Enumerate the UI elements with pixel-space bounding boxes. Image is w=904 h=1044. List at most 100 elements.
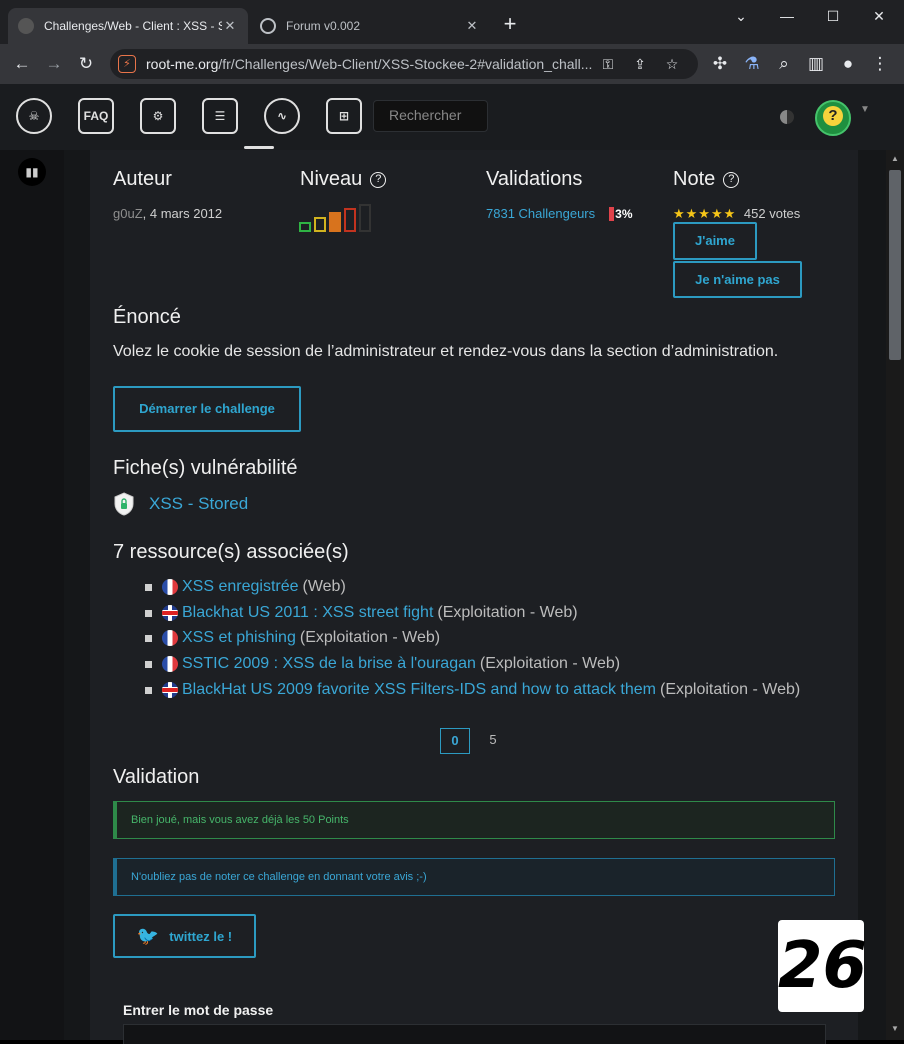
scroll-down-icon[interactable]: ▼: [890, 1024, 900, 1033]
back-arrow-icon[interactable]: ←: [8, 50, 36, 78]
scrollbar-thumb[interactable]: [889, 170, 901, 360]
tab-title: Forum v0.002: [286, 19, 361, 33]
bullet-icon: [145, 686, 152, 694]
author-date: 4 mars 2012: [149, 206, 223, 221]
overlay-number-badge: 26: [778, 920, 867, 1012]
uk-flag-icon: [162, 682, 178, 698]
start-challenge-button[interactable]: Démarrer le challenge: [113, 386, 301, 432]
bullet-icon: [145, 634, 152, 642]
faq-icon[interactable]: FAQ: [78, 98, 114, 134]
resource-category: (Exploitation - Web): [437, 604, 578, 621]
profile-icon[interactable]: ●: [834, 50, 862, 78]
password-label: Entrer le mot de passe: [123, 1002, 274, 1018]
rating-stars: ★★★★★: [673, 206, 737, 221]
rootme-favicon-icon: [18, 18, 34, 34]
validation-heading: Validation: [113, 766, 200, 788]
vuln-heading: Fiche(s) vulnérabilité: [113, 457, 298, 479]
french-flag-icon: [162, 579, 178, 595]
activity-icon[interactable]: ∿: [264, 98, 300, 134]
url-text: root-me.org/fr/Challenges/Web-Client/XSS…: [146, 56, 592, 72]
resource-link[interactable]: XSS enregistrée: [182, 578, 299, 596]
validations-percent: 3%: [609, 207, 632, 221]
uk-flag-icon: [162, 605, 178, 621]
validations-info: 7831 Challengeurs 3%: [486, 206, 632, 221]
tab-challenge[interactable]: Challenges/Web - Client : XSS - S ✕: [8, 8, 248, 44]
votes-count: 452 votes: [743, 206, 801, 221]
resource-link[interactable]: XSS et phishing: [182, 629, 296, 647]
resource-category: (Web): [302, 578, 346, 595]
side-panel-icon[interactable]: ▥: [802, 50, 830, 78]
list-item: Blackhat US 2011 : XSS street fight (Exp…: [145, 604, 578, 622]
tweet-button[interactable]: 🐦 twittez le !: [113, 914, 256, 958]
help-icon[interactable]: ?: [723, 171, 740, 188]
forward-arrow-icon[interactable]: →: [40, 50, 68, 78]
minimize-button[interactable]: —: [764, 0, 810, 32]
close-window-button[interactable]: ✕: [856, 0, 902, 32]
documents-icon[interactable]: ☰: [202, 98, 238, 134]
page-0[interactable]: 0: [440, 728, 470, 754]
shop-cart-icon[interactable]: ⊞: [326, 98, 362, 134]
address-bar[interactable]: ⚡ root-me.org/fr/Challenges/Web-Client/X…: [110, 49, 698, 79]
resource-link[interactable]: SSTIC 2009 : XSS de la brise à l'ouragan: [182, 655, 476, 673]
site-header: ☠ FAQ ⚙ ☰ ∿ ⊞ Rechercher ? ▼: [0, 84, 904, 150]
resource-category: (Exploitation - Web): [479, 655, 621, 672]
password-input[interactable]: [123, 1024, 826, 1044]
bookmark-star-icon[interactable]: ☆: [656, 56, 688, 73]
list-item: SSTIC 2009 : XSS de la brise à l'ouragan…: [145, 655, 620, 673]
resource-category: (Exploitation - Web): [659, 681, 801, 698]
validations-link[interactable]: 7831 Challengeurs: [486, 206, 595, 221]
avatar[interactable]: ?: [815, 100, 851, 136]
scrollbar[interactable]: ▲ ▼: [886, 150, 904, 1040]
french-flag-icon: [162, 630, 178, 646]
tools-icon[interactable]: ⚙: [140, 98, 176, 134]
tweet-label: twittez le !: [169, 928, 233, 944]
author-heading: Auteur: [113, 168, 172, 190]
level-bar-4: [344, 208, 356, 232]
level-heading: Niveau?: [300, 168, 387, 191]
page-5[interactable]: 5: [478, 728, 508, 754]
menu-kebab-icon[interactable]: ⋮: [866, 50, 894, 78]
resources-heading: 7 ressource(s) associée(s): [113, 541, 349, 563]
zoom-search-icon[interactable]: ⌕: [770, 50, 798, 78]
resource-link[interactable]: BlackHat US 2009 favorite XSS Filters-ID…: [182, 681, 656, 699]
browser-tab-strip: Challenges/Web - Client : XSS - S ✕ Foru…: [0, 0, 904, 44]
book-icon[interactable]: ▮▮: [18, 158, 46, 186]
note-heading: Note?: [673, 168, 740, 191]
tab-forum[interactable]: Forum v0.002 ✕: [250, 8, 490, 44]
active-nav-indicator: [244, 146, 274, 149]
rating-info: ★★★★★ 452 votes: [673, 206, 800, 222]
level-bar-2: [314, 217, 326, 232]
search-input[interactable]: Rechercher: [373, 100, 488, 132]
skull-logo-icon[interactable]: ☠: [16, 98, 52, 134]
like-button[interactable]: J'aime: [673, 222, 757, 260]
tab-close-icon[interactable]: ✕: [464, 18, 480, 34]
labs-flask-icon[interactable]: ⚗: [738, 50, 766, 78]
success-alert: Bien joué, mais vous avez déjà les 50 Po…: [113, 801, 835, 839]
help-icon[interactable]: ?: [370, 171, 387, 188]
share-icon[interactable]: ⇪: [624, 56, 656, 73]
twitter-bird-icon: 🐦: [136, 925, 160, 946]
level-bar-5: [359, 204, 371, 232]
author-name[interactable]: g0uZ: [113, 206, 143, 221]
extensions-puzzle-icon[interactable]: ✣: [706, 50, 734, 78]
theme-toggle-icon[interactable]: [780, 110, 794, 124]
tab-close-icon[interactable]: ✕: [222, 18, 238, 34]
key-icon[interactable]: ⚿: [592, 56, 624, 73]
list-item: XSS et phishing (Exploitation - Web): [145, 629, 440, 647]
shield-icon: [114, 492, 134, 516]
author-info: g0uZ, 4 mars 2012: [113, 206, 223, 221]
pagination: 0 5: [440, 728, 508, 754]
vuln-link[interactable]: XSS - Stored: [149, 494, 248, 514]
left-sidebar: ▮▮: [0, 150, 64, 1040]
maximize-button[interactable]: ☐: [810, 0, 856, 32]
new-tab-button[interactable]: +: [498, 12, 522, 36]
list-item: XSS enregistrée (Web): [145, 578, 346, 596]
tab-title: Challenges/Web - Client : XSS - S: [44, 19, 222, 33]
site-info-icon[interactable]: ⚡: [118, 55, 136, 73]
scroll-up-icon[interactable]: ▲: [890, 154, 900, 163]
dislike-button[interactable]: Je n'aime pas: [673, 261, 802, 298]
chevron-down-icon[interactable]: ▼: [860, 104, 870, 115]
tab-search-icon[interactable]: ⌄: [718, 0, 764, 32]
resource-link[interactable]: Blackhat US 2011 : XSS street fight: [182, 604, 433, 622]
reload-icon[interactable]: ↻: [72, 50, 100, 78]
